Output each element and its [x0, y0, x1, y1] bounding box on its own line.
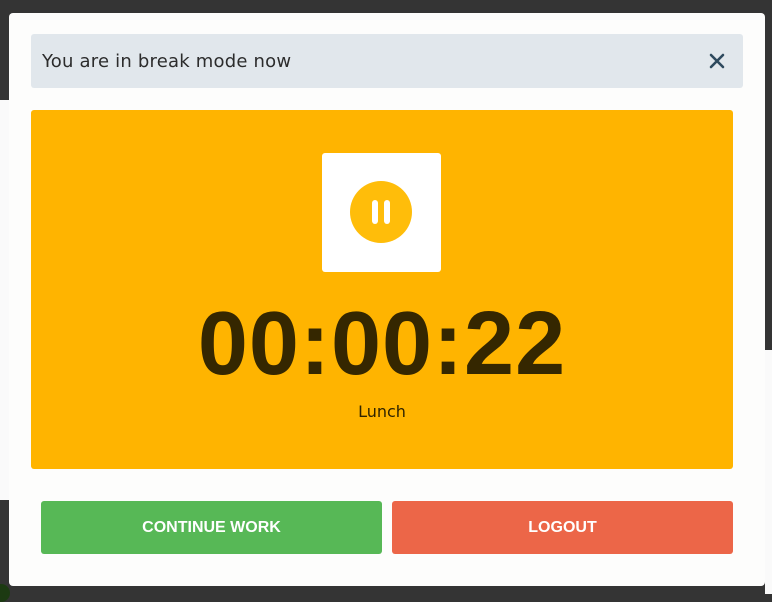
pause-bar-left	[372, 200, 378, 224]
break-timer-panel: 00:00:22 Lunch	[31, 110, 733, 469]
break-mode-alert: You are in break mode now	[31, 34, 743, 88]
background-page-edge-right	[765, 350, 772, 594]
logout-button[interactable]: LOGOUT	[392, 501, 733, 554]
break-mode-modal: You are in break mode now 00:00:22 Lunch…	[9, 13, 765, 586]
elapsed-timer: 00:00:22	[197, 294, 567, 394]
close-icon[interactable]	[707, 51, 727, 71]
pause-bar-right	[384, 200, 390, 224]
pause-button[interactable]	[322, 153, 441, 272]
background-avatar	[0, 584, 10, 602]
pause-icon	[350, 181, 412, 243]
break-type-label: Lunch	[358, 402, 406, 421]
background-page-edge	[0, 100, 9, 500]
continue-work-button[interactable]: CONTINUE WORK	[41, 501, 382, 554]
alert-message: You are in break mode now	[42, 50, 292, 72]
